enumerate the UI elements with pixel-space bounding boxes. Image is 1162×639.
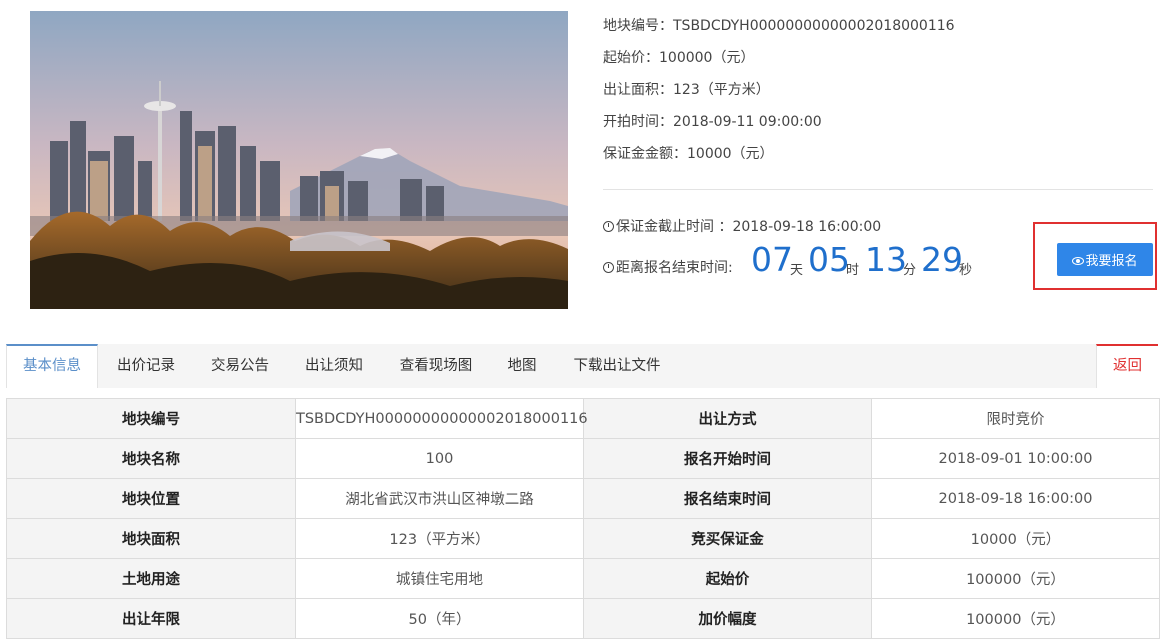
clock-icon bbox=[603, 262, 614, 273]
table-value-cell: 湖北省武汉市洪山区神墩二路 bbox=[295, 478, 584, 519]
table-row: 出让年限 50（年） 加价幅度 100000（元） bbox=[6, 598, 1160, 639]
tab-bid-records[interactable]: 出价记录 bbox=[106, 344, 186, 388]
table-key-cell: 报名结束时间 bbox=[583, 478, 872, 519]
table-value-cell: 城镇住宅用地 bbox=[295, 558, 584, 599]
table-key-cell: 地块名称 bbox=[6, 438, 296, 479]
tab-basic-info[interactable]: 基本信息 bbox=[6, 344, 98, 388]
table-row: 地块面积 123（平方米） 竞买保证金 10000（元） bbox=[6, 518, 1160, 559]
table-key-cell: 加价幅度 bbox=[583, 598, 872, 639]
table-key-cell: 地块面积 bbox=[6, 518, 296, 559]
table-value-cell: 123（平方米） bbox=[295, 518, 584, 559]
table-key-cell: 起始价 bbox=[583, 558, 872, 599]
deposit-deadline: 保证金截止时间 ：2018-09-18 16:00:00 bbox=[603, 217, 881, 237]
summary-row-auction-start: 开拍时间：2018-09-11 09:00:00 bbox=[603, 114, 822, 130]
countdown-minutes: 13 bbox=[865, 240, 907, 279]
divider bbox=[603, 189, 1153, 190]
tab-map[interactable]: 地图 bbox=[498, 344, 546, 388]
table-value-cell: 限时竞价 bbox=[871, 398, 1160, 439]
table-value-cell: 50（年） bbox=[295, 598, 584, 639]
eye-icon bbox=[1072, 257, 1085, 265]
summary-row-code: 地块编号：TSBDCDYH00000000000002018000116 bbox=[603, 18, 955, 34]
table-key-cell: 报名开始时间 bbox=[583, 438, 872, 479]
table-key-cell: 出让年限 bbox=[6, 598, 296, 639]
countdown-hours: 05 bbox=[808, 240, 850, 279]
parcel-info-table: 地块编号 TSBDCDYH00000000000002018000116 出让方式限… bbox=[6, 398, 1160, 639]
table-key-cell: 地块编号 bbox=[6, 398, 296, 439]
land-parcel-photo bbox=[30, 11, 568, 309]
summary-row-start-price: 起始价：100000（元） bbox=[603, 50, 755, 66]
table-key-cell: 出让方式 bbox=[583, 398, 872, 439]
table-row: 地块位置 湖北省武汉市洪山区神墩二路 报名结束时间 2018-09-18 16:00:… bbox=[6, 478, 1160, 519]
tab-site-photos[interactable]: 查看现场图 bbox=[389, 344, 483, 388]
signup-button[interactable]: 我要报名 bbox=[1057, 243, 1153, 276]
clock-icon bbox=[603, 221, 614, 232]
countdown-seconds-unit: 秒 bbox=[959, 263, 973, 278]
back-button[interactable]: 返回 bbox=[1096, 344, 1158, 388]
summary-row-deposit: 保证金金额：10000（元） bbox=[603, 146, 774, 162]
table-value-cell: 100000（元） bbox=[871, 558, 1160, 599]
table-key-cell: 土地用途 bbox=[6, 558, 296, 599]
countdown-minutes-unit: 分 bbox=[903, 263, 917, 278]
table-key-cell: 竞买保证金 bbox=[583, 518, 872, 559]
parcel-summary: 地块编号：TSBDCDYH00000000000002018000116 起始价… bbox=[603, 12, 1153, 172]
table-key-cell: 地块位置 bbox=[6, 478, 296, 519]
countdown-seconds: 29 bbox=[921, 240, 963, 279]
countdown-days: 07 bbox=[751, 240, 793, 279]
tab-announcement[interactable]: 交易公告 bbox=[201, 344, 279, 388]
table-row: 地块名称 100 报名开始时间 2018-09-01 10:00:00 bbox=[6, 438, 1160, 479]
tab-download-files[interactable]: 下载出让文件 bbox=[562, 344, 672, 388]
table-value-cell: TSBDCDYH00000000000002018000116 bbox=[295, 398, 588, 439]
countdown-days-unit: 天 bbox=[790, 263, 804, 278]
table-value-cell: 10000（元） bbox=[871, 518, 1160, 559]
table-value-cell: 2018-09-18 16:00:00 bbox=[871, 478, 1160, 519]
table-row: 土地用途 城镇住宅用地 起始价 100000（元） bbox=[6, 558, 1160, 599]
countdown-hours-unit: 时 bbox=[846, 263, 860, 278]
table-value-cell: 2018-09-01 10:00:00 bbox=[871, 438, 1160, 479]
table-value-cell: 100 bbox=[295, 438, 584, 479]
tab-transfer-notice[interactable]: 出让须知 bbox=[294, 344, 374, 388]
table-row: 地块编号 TSBDCDYH00000000000002018000116 出让方式限… bbox=[6, 398, 1160, 439]
detail-tabs: 基本信息 出价记录 交易公告 出让须知 查看现场图 地图 下载出让文件 bbox=[6, 344, 1158, 388]
table-value-cell: 100000（元） bbox=[871, 598, 1160, 639]
summary-row-area: 出让面积：123（平方米） bbox=[603, 82, 770, 98]
